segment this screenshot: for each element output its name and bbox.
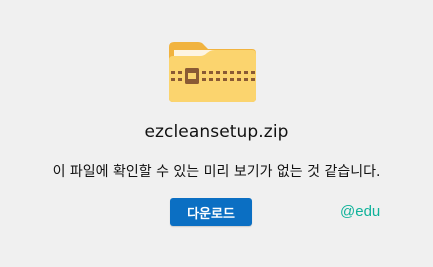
no-preview-message: 이 파일에 확인할 수 있는 미리 보기가 없는 것 같습니다. — [52, 164, 381, 180]
watermark-text: @edu — [340, 203, 381, 220]
download-button[interactable]: 다운로드 — [170, 198, 252, 226]
zip-folder-icon — [169, 42, 256, 102]
file-name: ezcleansetup.zip — [144, 122, 289, 142]
file-preview-panel: ezcleansetup.zip 이 파일에 확인할 수 있는 미리 보기가 없… — [0, 0, 433, 267]
